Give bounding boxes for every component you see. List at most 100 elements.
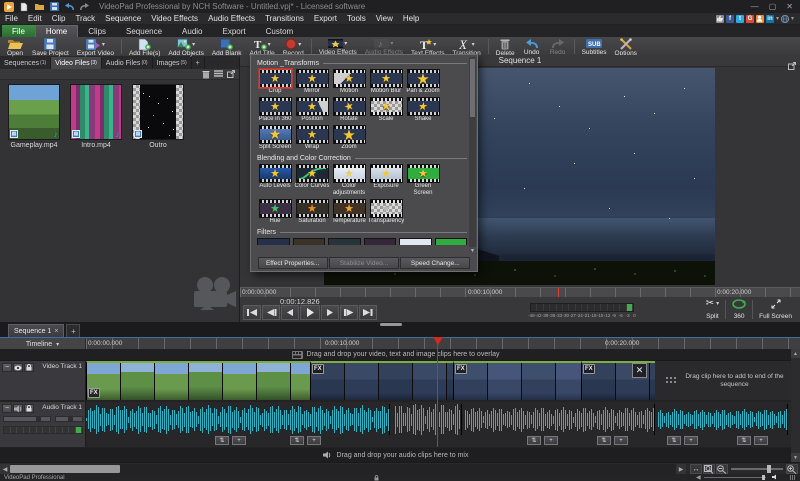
effect-tile-rotate[interactable]: ★Rotate <box>331 97 367 123</box>
collapse-track-button[interactable]: − <box>2 404 12 413</box>
ribbon-tab-clips[interactable]: Clips <box>78 25 116 37</box>
toolbar-button-open[interactable]: Open <box>2 37 28 56</box>
audio-clip-fade-button[interactable]: ⇅ <box>215 436 229 445</box>
ribbon-tab-custom[interactable]: Custom <box>256 25 304 37</box>
clip-fx-badge[interactable]: FX <box>312 364 324 374</box>
listview-icon[interactable] <box>214 70 223 78</box>
scroll-up-icon[interactable]: ▲ <box>791 349 800 358</box>
audio-clip-fade-button[interactable]: ⇅ <box>290 436 304 445</box>
toolbar-button-add-objects[interactable]: ▾Add Objects <box>164 37 207 56</box>
audio-clip[interactable] <box>465 404 655 435</box>
clip-fx-badge[interactable]: FX <box>455 364 467 374</box>
ribbon-tab-export[interactable]: Export <box>213 25 256 37</box>
effect-tile-color-adjustments[interactable]: ★Color adjustments <box>331 164 367 197</box>
track-pan-slider[interactable] <box>55 416 83 422</box>
bin-clip-gameplay-mp4[interactable]: ▦♪Gameplay.mp4 <box>6 84 62 149</box>
undo-quick-icon[interactable] <box>63 1 75 12</box>
audio-clip-fade-button[interactable]: ⇅ <box>527 436 541 445</box>
menu-view[interactable]: View <box>371 13 398 24</box>
effect-tile-split-screen[interactable]: ★Split Screen <box>257 125 293 151</box>
audio-clip-fx-button[interactable]: + <box>754 436 768 445</box>
effect-tile-motion[interactable]: ★Motion <box>331 69 367 95</box>
chevron-down-icon[interactable]: ▾ <box>791 15 794 22</box>
help-globe-icon[interactable] <box>781 15 789 23</box>
audio-clip[interactable] <box>658 404 788 435</box>
trash-icon[interactable] <box>202 70 210 79</box>
clip-fx-badge[interactable]: FX <box>88 388 100 398</box>
bin-tab-images[interactable]: Images(5) <box>153 57 192 69</box>
effect-tile-mirror[interactable]: ★Mirror <box>294 69 330 95</box>
menu-sequence[interactable]: Sequence <box>100 13 146 24</box>
effect-tile-exposure[interactable]: ★Exposure <box>368 164 404 197</box>
split-button[interactable]: ✂▾ Split <box>703 298 722 321</box>
menu-edit[interactable]: Edit <box>23 13 47 24</box>
speed-change-button[interactable]: Speed Change... <box>400 257 470 269</box>
menu-audio-effects[interactable]: Audio Effects <box>203 13 260 24</box>
effect-tile-auto-levels[interactable]: ★Auto Levels <box>257 164 293 197</box>
effects-scrollbar[interactable]: ▼ <box>469 57 476 255</box>
ribbon-tab-file[interactable]: File <box>2 25 35 37</box>
twitter-icon[interactable]: t <box>736 15 744 23</box>
effect-tile-pan-zoom[interactable]: ★Pan & Zoom <box>405 69 441 95</box>
save-project-icon[interactable] <box>48 1 60 12</box>
minimize-button[interactable]: — <box>751 2 759 11</box>
timeline-playhead[interactable] <box>437 338 438 447</box>
audio-track[interactable]: ⇅+⇅+⇅+⇅+⇅+⇅+ <box>86 402 791 447</box>
new-project-icon[interactable] <box>18 1 30 12</box>
zoom-fit-width-icon[interactable]: ↔ <box>690 464 702 474</box>
resize-grip[interactable] <box>790 475 795 480</box>
timeline-hscrollbar[interactable] <box>10 464 676 474</box>
video-track[interactable]: FXFXFXFX✕Drag clip here to add to end of… <box>86 361 791 400</box>
maximize-button[interactable]: ▢ <box>769 2 777 11</box>
zoom-selection-icon[interactable] <box>703 464 715 474</box>
zoom-out-icon[interactable] <box>716 464 728 474</box>
scroll-right-icon[interactable]: ▶ <box>676 464 686 474</box>
splitter-handle[interactable] <box>380 323 402 326</box>
volume-min-icon[interactable]: ◀ <box>696 474 701 481</box>
close-tab-icon[interactable]: × <box>54 328 58 335</box>
overlay-drop-zone[interactable]: Drag and drop your video, text and image… <box>0 349 791 361</box>
menu-help[interactable]: Help <box>398 13 424 24</box>
open-project-icon[interactable] <box>33 1 45 12</box>
bin-clip-outro[interactable]: ▦♪Outro <box>130 84 186 149</box>
redo-quick-icon[interactable] <box>78 1 90 12</box>
effect-tile-scale[interactable]: ★Scale <box>368 97 404 123</box>
video-clip[interactable] <box>453 361 581 400</box>
menu-tools[interactable]: Tools <box>342 13 371 24</box>
audio-clip-fx-button[interactable]: + <box>614 436 628 445</box>
popout-icon[interactable] <box>788 57 796 75</box>
menu-file[interactable]: File <box>0 13 23 24</box>
toolbar-button-add-file-s[interactable]: Add File(s) <box>125 37 164 56</box>
chevron-down-icon[interactable]: ▾ <box>776 15 779 22</box>
effect-tile-crop[interactable]: ★Crop <box>257 69 293 95</box>
bin-tab-[interactable]: + <box>192 57 205 69</box>
effect-tile-hue[interactable]: ★Hue <box>257 199 293 225</box>
audio-clip-fx-button[interactable]: + <box>544 436 558 445</box>
facebook-icon[interactable]: f <box>726 15 734 23</box>
goto-start-button[interactable] <box>243 305 261 320</box>
scroll-down-icon[interactable]: ▼ <box>791 453 800 462</box>
prev-clip-button[interactable] <box>262 305 280 320</box>
effects-scrollbar-thumb[interactable] <box>470 59 475 117</box>
zoom-in-icon[interactable] <box>786 464 798 474</box>
audio-clip-fx-button[interactable]: + <box>684 436 698 445</box>
video-drop-end-zone[interactable]: Drag clip here to add to end of the sequ… <box>664 361 791 400</box>
timeline-ruler[interactable]: Timeline▾ 0:00:00.000 0:00:10.000 0:00:2… <box>0 337 800 349</box>
share-icon[interactable] <box>756 15 764 23</box>
bin-clip-intro-mp4[interactable]: ▦♪Intro.mp4 <box>68 84 124 149</box>
clip-fx-badge[interactable]: FX <box>583 364 595 374</box>
next-clip-button[interactable] <box>340 305 358 320</box>
goto-end-button[interactable] <box>359 305 377 320</box>
timeline-vertical-scrollbar[interactable]: ▲ ▼ <box>791 349 800 462</box>
toolbar-button-delete[interactable]: Delete <box>492 37 519 56</box>
video-clip[interactable] <box>86 361 310 400</box>
menu-video-effects[interactable]: Video Effects <box>146 13 203 24</box>
step-back-button[interactable] <box>281 305 299 320</box>
zoom-slider-knob[interactable] <box>767 465 771 473</box>
linkedin-icon[interactable]: in <box>766 15 774 23</box>
video-clip[interactable] <box>310 361 453 400</box>
collapse-track-button[interactable]: − <box>2 363 12 372</box>
sequence-tab[interactable]: Sequence 1 × <box>8 324 64 337</box>
hscrollbar-thumb[interactable] <box>10 465 120 473</box>
toolbar-button-save-project[interactable]: Save Project <box>28 37 73 56</box>
